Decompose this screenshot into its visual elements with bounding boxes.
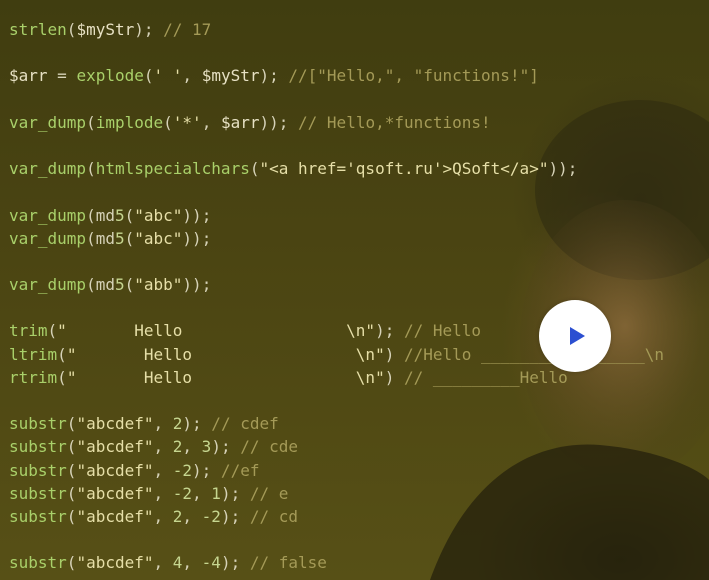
code-line: substr("abcdef", 2); // cdef xyxy=(9,414,279,434)
play-button[interactable] xyxy=(539,300,611,372)
code-line: var_dump(md5("abc")); xyxy=(9,228,212,248)
code-line: strlen($myStr); // 17 xyxy=(9,20,212,39)
code-editor: strlen($myStr); // 17 $arr = explode(' '… xyxy=(9,18,709,580)
code-line: substr("abcdef", 4, -4); // false xyxy=(9,553,327,573)
code-line: $arr = explode(' ', $myStr); //["Hello,"… xyxy=(9,66,539,86)
code-line: var_dump(md5("abb")); xyxy=(9,275,212,295)
code-line: rtrim(" Hello \n") // _________Hello xyxy=(9,367,568,387)
code-line: var_dump(implode('*', $arr)); // Hello,*… xyxy=(9,112,491,132)
code-line: var_dump(md5("abc")); xyxy=(9,205,212,225)
play-icon xyxy=(570,327,585,345)
code-line: substr("abcdef", 2, -2); // cd xyxy=(9,506,298,526)
code-line: substr("abcdef", 2, 3); // cde xyxy=(9,437,299,457)
code-line: substr("abcdef", -2, 1); // e xyxy=(9,483,289,503)
code-line: var_dump(htmlspecialchars("<a href='qsof… xyxy=(9,159,578,179)
code-line: substr("abcdef", -2); //ef xyxy=(9,460,260,480)
